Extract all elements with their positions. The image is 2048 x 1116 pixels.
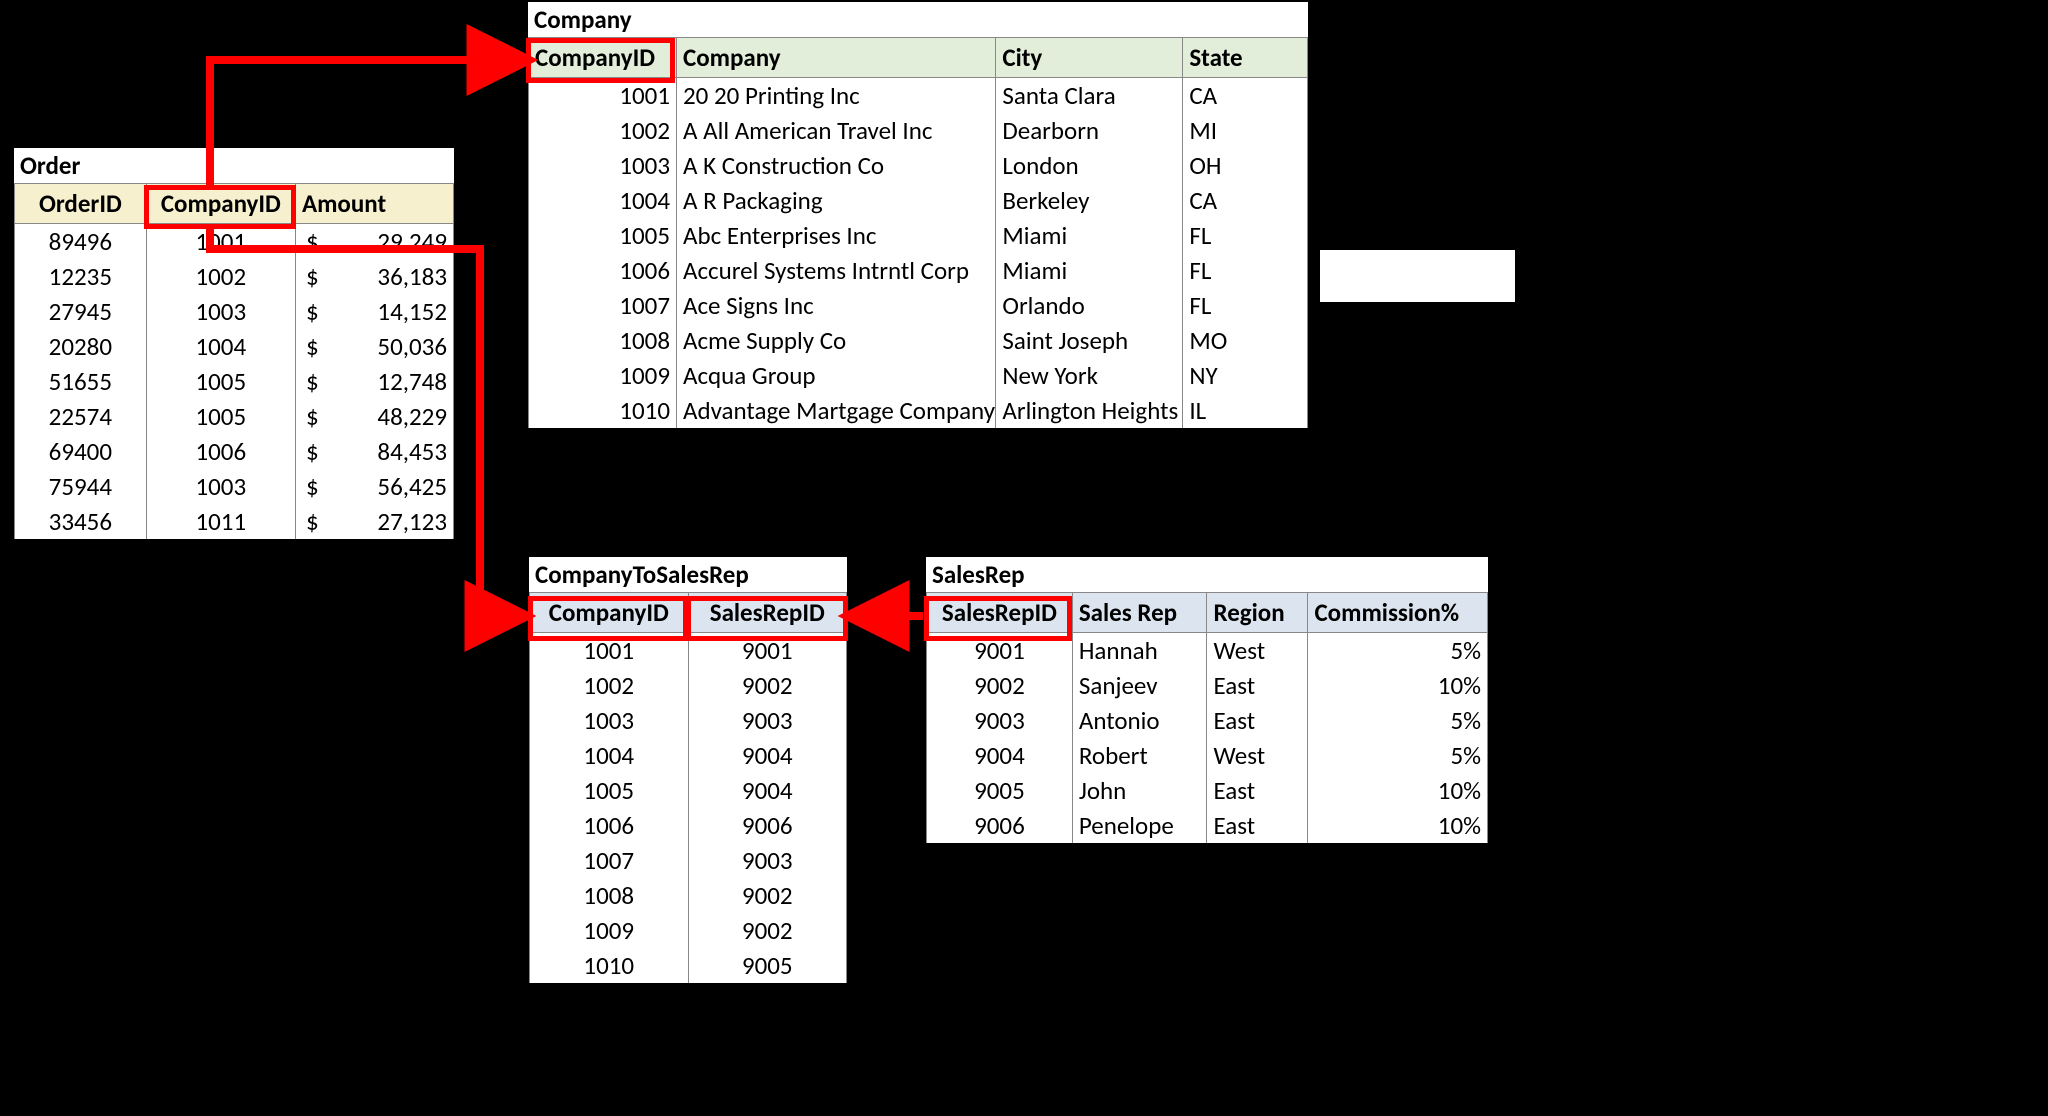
table-row: 10109005 [530,948,847,983]
c2sr-h0: CompanyID [530,593,689,633]
table-row: 10069006 [530,808,847,843]
table-row: 1010Advantage Martgage CompanyArlington … [529,393,1308,428]
company-h0: CompanyID [529,38,677,78]
company-to-salesrep-table-container: CompanyToSalesRep CompanyID SalesRepID 1… [529,557,849,985]
table-row: 334561011$27,123 [15,504,454,539]
table-row: 894961001$29,249 [15,224,454,260]
table-row: 694001006$84,453 [15,434,454,469]
order-table: OrderID CompanyID Amount 894961001$29,24… [14,183,454,539]
c2sr-h1: SalesRepID [688,593,847,633]
table-row: 1008Acme Supply CoSaint JosephMO [529,323,1308,358]
table-row: 122351002$36,183 [15,259,454,294]
table-row: 100120 20 Printing IncSanta ClaraCA [529,78,1308,114]
table-row: 9003AntonioEast5% [927,703,1488,738]
company-table: CompanyID Company City State 100120 20 P… [528,37,1308,428]
table-row: 10049004 [530,738,847,773]
table-row: 10099002 [530,913,847,948]
salesrep-table: SalesRepID Sales Rep Region Commission% … [926,592,1488,843]
order-title: Order [14,148,454,183]
table-row: 1009Acqua GroupNew YorkNY [529,358,1308,393]
company-h3: State [1183,38,1308,78]
table-row: 9001HannahWest5% [927,633,1488,669]
salesrep-h0: SalesRepID [927,593,1073,633]
table-row: 1002A All American Travel IncDearbornMI [529,113,1308,148]
order-h0: OrderID [15,184,147,224]
order-table-container: Order OrderID CompanyID Amount 894961001… [14,148,456,541]
company-h1: Company [677,38,996,78]
company-table-container: Company CompanyID Company City State 100… [528,2,1310,430]
table-row: 202801004$50,036 [15,329,454,364]
table-row: 9002SanjeevEast10% [927,668,1488,703]
salesrep-h2: Region [1207,593,1308,633]
table-row: 10039003 [530,703,847,738]
company-to-salesrep-table: CompanyID SalesRepID 1001900110029002100… [529,592,847,983]
white-block [1320,250,1515,302]
table-row: 10079003 [530,843,847,878]
table-row: 516551005$12,748 [15,364,454,399]
table-row: 10019001 [530,633,847,669]
salesrep-table-container: SalesRep SalesRepID Sales Rep Region Com… [926,557,1490,845]
order-h2: Amount [295,184,453,224]
c2sr-title: CompanyToSalesRep [529,557,847,592]
table-row: 1003A K Construction CoLondonOH [529,148,1308,183]
table-row: 9004RobertWest5% [927,738,1488,773]
table-row: 279451003$14,152 [15,294,454,329]
table-row: 9005JohnEast10% [927,773,1488,808]
company-title: Company [528,2,1308,37]
table-row: 9006PenelopeEast10% [927,808,1488,843]
table-row: 1004A R PackagingBerkeleyCA [529,183,1308,218]
table-row: 10059004 [530,773,847,808]
order-h1: CompanyID [146,184,295,224]
table-row: 1007Ace Signs IncOrlandoFL [529,288,1308,323]
table-row: 10089002 [530,878,847,913]
table-row: 1005Abc Enterprises IncMiamiFL [529,218,1308,253]
table-row: 1006Accurel Systems Intrntl CorpMiamiFL [529,253,1308,288]
table-row: 225741005$48,229 [15,399,454,434]
table-row: 10029002 [530,668,847,703]
company-h2: City [996,38,1183,78]
salesrep-h1: Sales Rep [1072,593,1207,633]
salesrep-title: SalesRep [926,557,1488,592]
salesrep-h3: Commission% [1308,593,1488,633]
table-row: 759441003$56,425 [15,469,454,504]
